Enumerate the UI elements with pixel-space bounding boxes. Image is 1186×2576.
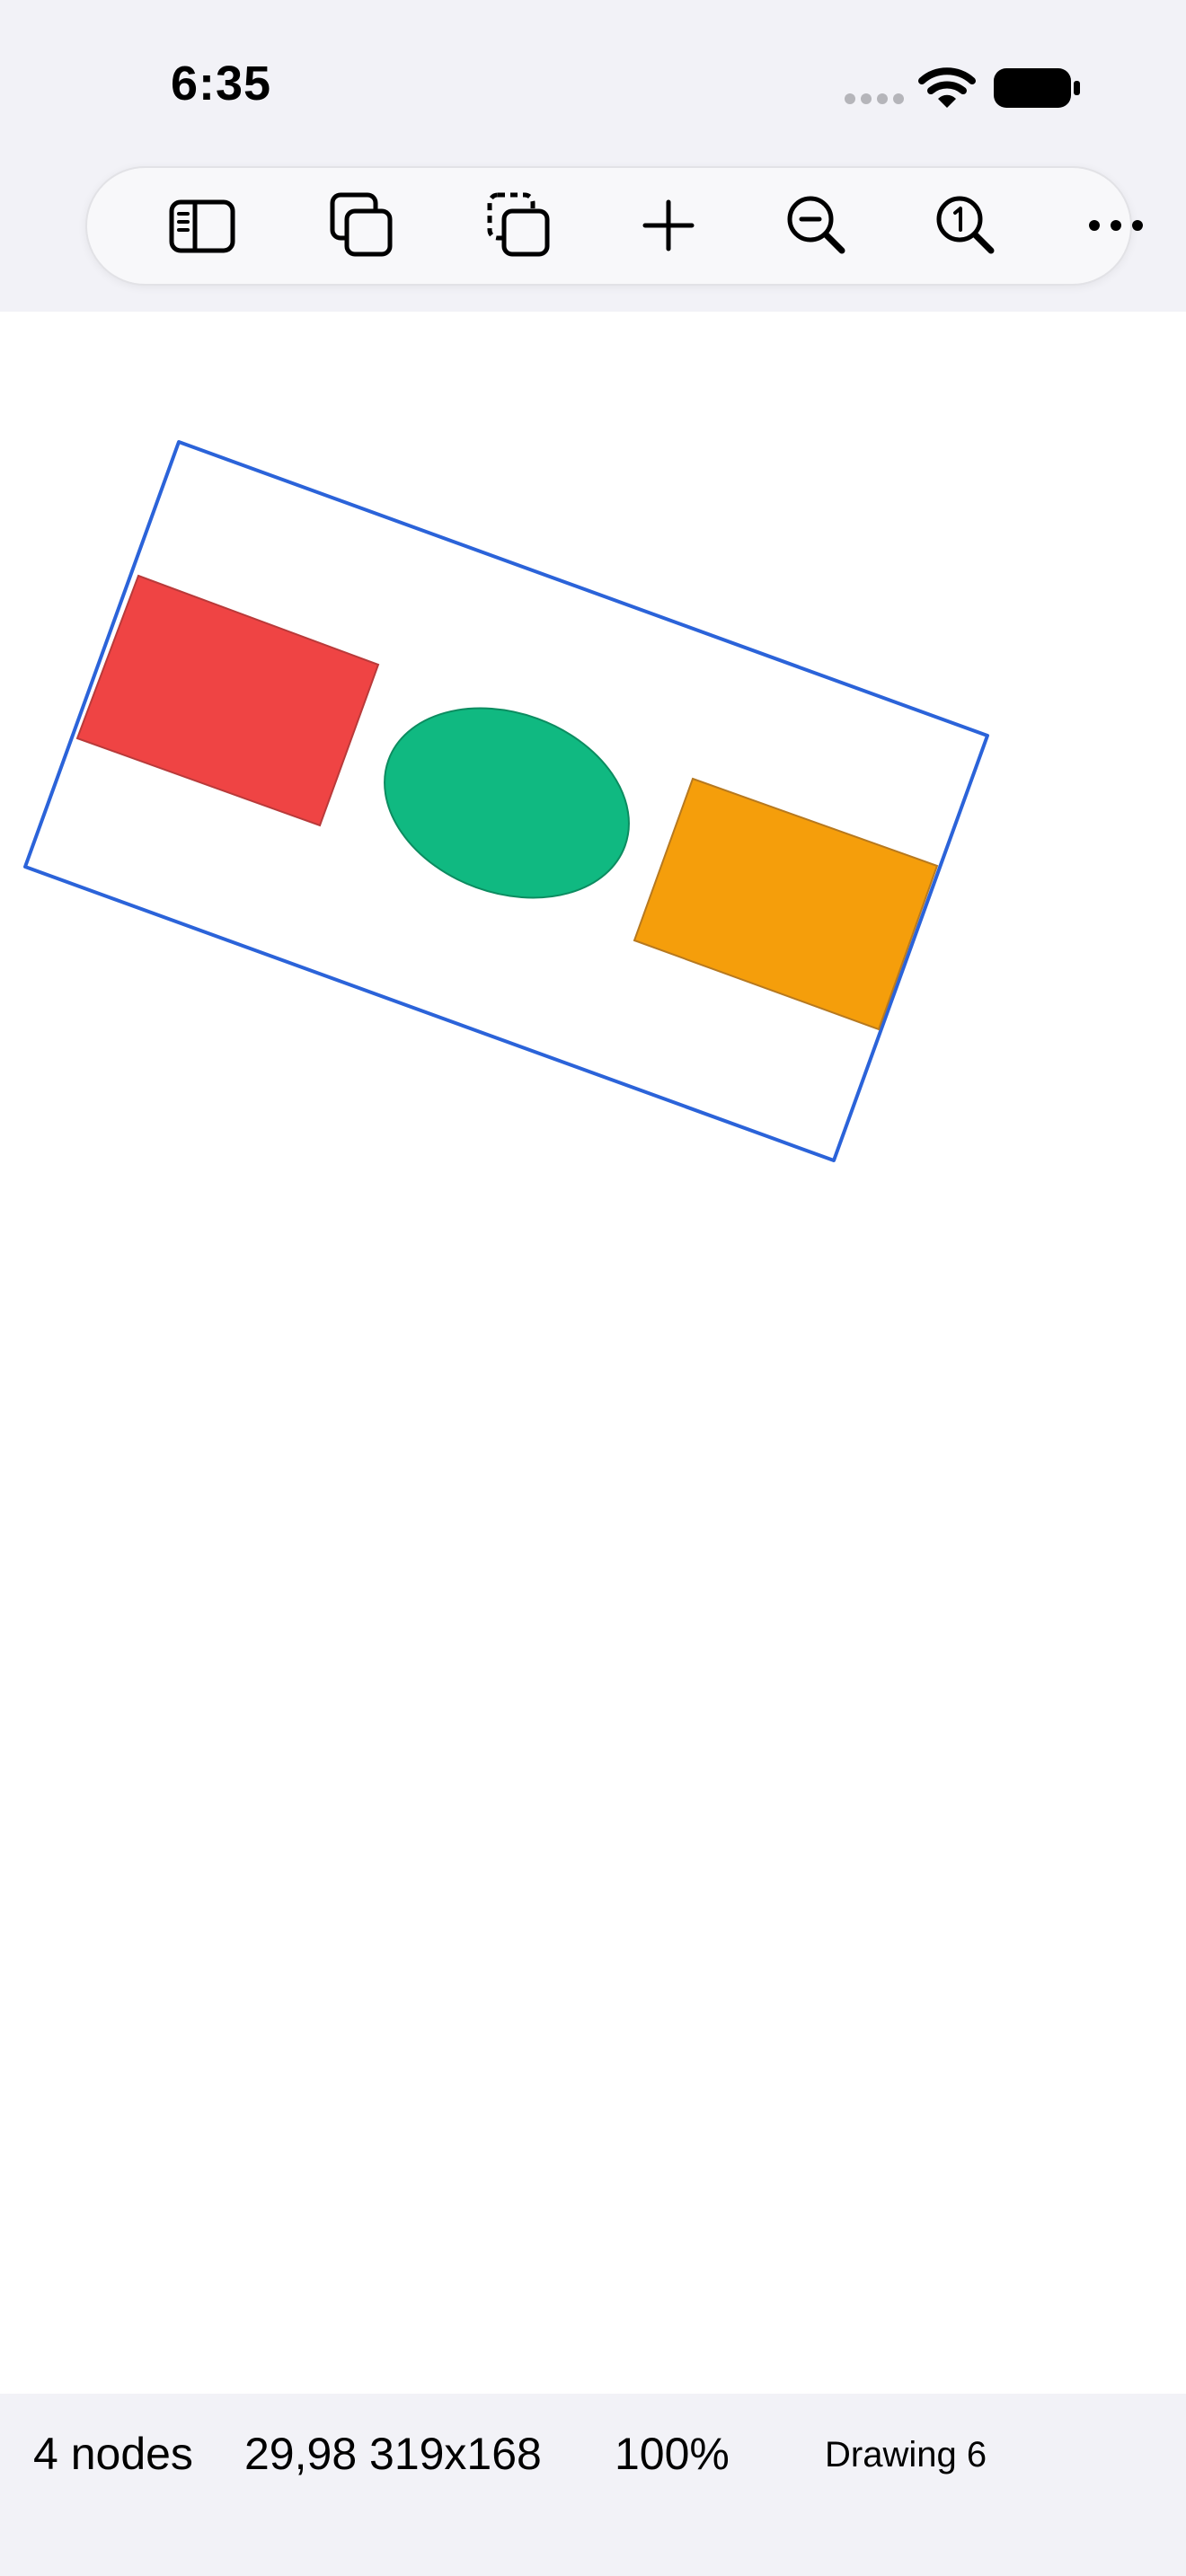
copy-selection-button[interactable] <box>474 181 563 270</box>
status-time: 6:35 <box>171 57 272 110</box>
zoom-reset-button[interactable] <box>921 181 1011 270</box>
node-count-label: 4 nodes <box>33 2429 193 2479</box>
zoom-out-button[interactable] <box>772 181 862 270</box>
duplicate-button[interactable] <box>316 181 406 270</box>
toolbar <box>85 166 1143 286</box>
duplicate-icon <box>330 192 393 257</box>
document-name-label: Drawing 6 <box>825 2435 987 2475</box>
sidebar-toggle-button[interactable] <box>157 181 247 270</box>
zoom-level-label: 100% <box>615 2429 730 2479</box>
add-button[interactable] <box>624 181 713 270</box>
status-icons <box>836 56 1087 119</box>
green-ellipse-node[interactable] <box>358 675 656 931</box>
drawing-surface[interactable] <box>0 312 1186 2394</box>
red-rectangle-node[interactable] <box>75 574 380 827</box>
more-button[interactable] <box>1071 181 1161 270</box>
dashed-copy-icon <box>487 192 550 257</box>
orange-rectangle-node[interactable] <box>633 777 939 1031</box>
battery-icon <box>994 68 1080 108</box>
zoom-one-icon <box>936 196 995 254</box>
status-bar: 6:35 <box>0 0 1186 171</box>
sidebar-icon <box>169 199 235 253</box>
zoom-out-icon <box>787 196 845 254</box>
status-footer: 4 nodes 29,98 319x168 100% Drawing 6 <box>0 2394 1186 2576</box>
ellipsis-icon <box>1089 220 1143 231</box>
plus-icon <box>642 199 695 251</box>
selection-geometry-label: 29,98 319x168 <box>244 2429 542 2479</box>
drawing-canvas[interactable] <box>0 312 1186 2394</box>
wifi-icon <box>918 67 976 108</box>
cellular-signal-icon <box>845 93 904 104</box>
